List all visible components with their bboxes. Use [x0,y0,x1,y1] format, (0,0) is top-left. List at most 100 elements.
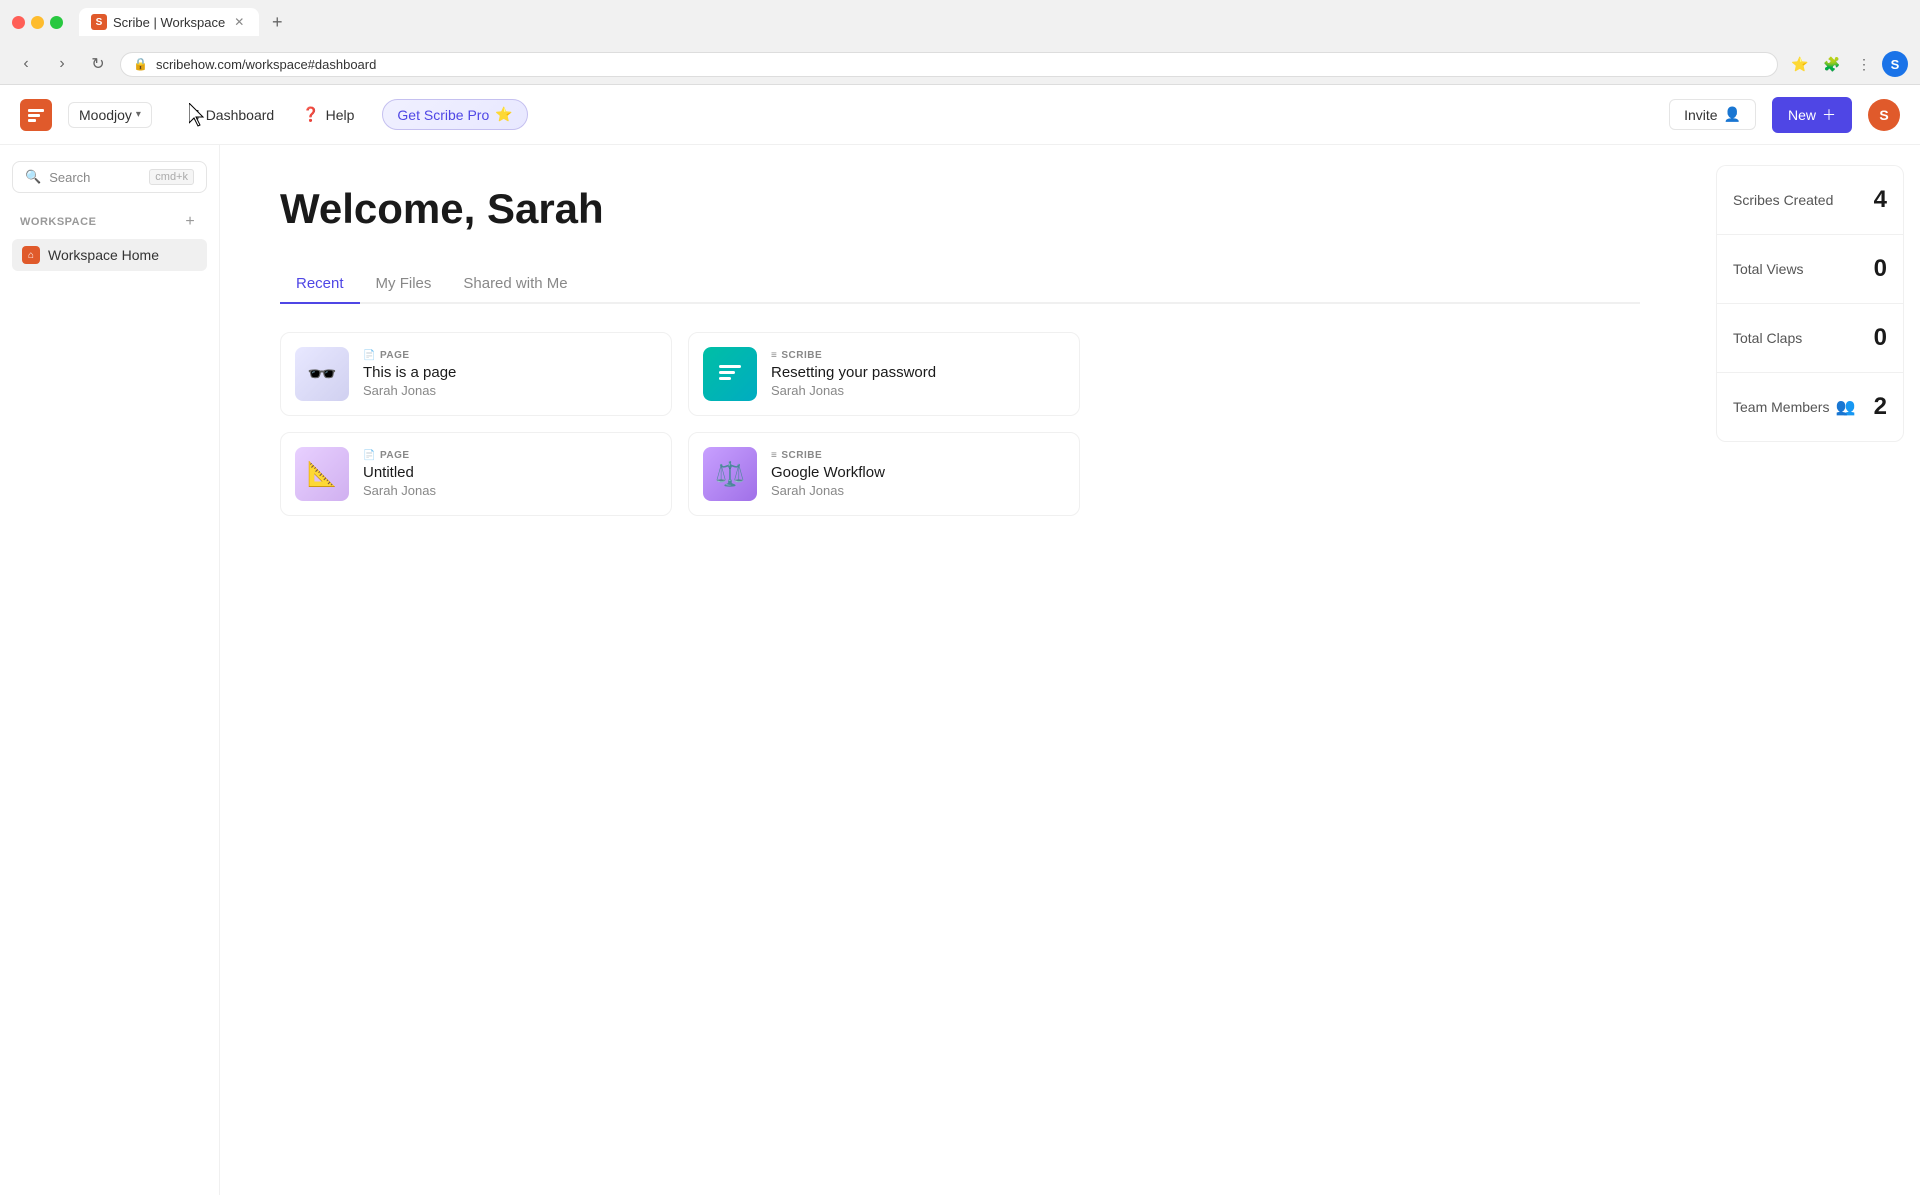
total-views-label: Total Views [1733,261,1804,277]
pro-label: Get Scribe Pro [397,107,489,123]
file-card-resetting-password[interactable]: ≡ SCRIBE Resetting your password Sarah J… [688,332,1080,416]
dashboard-grid-icon: ⊞ [188,106,200,123]
tab-my-files[interactable]: My Files [360,265,448,304]
file-thumbnail-page-arrow: 📐 [295,447,349,501]
file-card-untitled[interactable]: 📐 📄 PAGE Untitled Sarah Jonas [280,432,672,516]
extension-puzzle-button[interactable]: 🧩 [1818,50,1846,78]
invite-label: Invite [1684,107,1717,123]
workspace-name: Moodjoy [79,107,132,123]
app-wrapper: Moodjoy ▾ ⊞ Dashboard ❓ Help Get Scribe … [0,85,1920,1195]
file-thumbnail-page-glasses: 🕶️ [295,347,349,401]
new-tab-button[interactable]: + [263,8,291,36]
tab-recent[interactable]: Recent [280,265,360,304]
logo-area [20,99,52,131]
help-nav-label: Help [326,107,355,123]
file-type-badge: ≡ SCRIBE [771,350,1065,361]
stat-card-scribes-created: Scribes Created 4 [1716,165,1904,234]
back-button[interactable]: ‹ [12,50,40,78]
total-claps-label: Total Claps [1733,330,1802,346]
file-type-badge: ≡ SCRIBE [771,450,1065,461]
search-label: Search [49,170,90,185]
chevron-down-icon: ▾ [136,109,141,120]
workspace-section-label: WORKSPACE [20,216,96,228]
window-controls [12,16,63,29]
workspace-home-label: Workspace Home [48,247,159,263]
tab-shared-with-me[interactable]: Shared with Me [447,265,583,304]
welcome-title: Welcome, Sarah [280,185,1640,233]
tab-bar: S Scribe | Workspace ✕ + [79,8,291,36]
stat-card-team-members: Team Members 👥 2 [1716,372,1904,442]
app-header: Moodjoy ▾ ⊞ Dashboard ❓ Help Get Scribe … [0,85,1920,145]
total-claps-value: 0 [1874,324,1887,352]
file-author: Sarah Jonas [771,383,1065,398]
page-type-icon: 📄 [363,350,376,361]
search-shortcut: cmd+k [149,169,194,185]
file-author: Sarah Jonas [771,483,1065,498]
sidebar-item-workspace-home[interactable]: ⌂ Workspace Home [12,239,207,271]
team-members-label-row: Team Members 👥 [1733,397,1855,417]
file-name: Untitled [363,464,657,481]
sidebar-workspace-section: WORKSPACE + ⌂ Workspace Home [12,209,207,271]
home-icon: ⌂ [22,246,40,264]
app-user-avatar[interactable]: S [1868,99,1900,131]
file-type-badge: 📄 PAGE [363,350,657,361]
file-name: This is a page [363,364,657,381]
bookmark-button[interactable]: ⭐ [1786,50,1814,78]
browser-chrome: S Scribe | Workspace ✕ + ‹ › ↻ 🔒 scribeh… [0,0,1920,85]
file-card-this-is-a-page[interactable]: 🕶️ 📄 PAGE This is a page Sarah Jonas [280,332,672,416]
invite-button[interactable]: Invite 👤 [1669,99,1756,130]
team-members-value: 2 [1874,393,1887,421]
scribes-created-label: Scribes Created [1733,192,1833,208]
file-thumbnail-scribe-purple: ⚖️ [703,447,757,501]
help-nav-item[interactable]: ❓ Help [290,100,366,129]
add-workspace-item-button[interactable]: + [181,213,199,231]
person-add-icon: 👥 [1835,397,1855,417]
file-info: 📄 PAGE Untitled Sarah Jonas [363,450,657,498]
total-views-value: 0 [1874,255,1887,283]
help-circle-icon: ❓ [302,106,319,123]
header-nav: ⊞ Dashboard ❓ Help [176,100,366,129]
get-scribe-pro-button[interactable]: Get Scribe Pro ⭐ [382,99,527,130]
refresh-button[interactable]: ↻ [84,50,112,78]
stat-card-total-claps: Total Claps 0 [1716,303,1904,372]
workspace-selector[interactable]: Moodjoy ▾ [68,102,152,128]
plus-icon: ＋ [1822,105,1836,125]
content-tabs: Recent My Files Shared with Me [280,265,1640,304]
new-label: New [1788,107,1816,123]
file-thumbnail-scribe-teal [703,347,757,401]
security-lock-icon: 🔒 [133,57,148,71]
file-author: Sarah Jonas [363,383,657,398]
scribe-logo-icon[interactable] [20,99,52,131]
tab-close-button[interactable]: ✕ [231,14,247,30]
search-icon: 🔍 [25,169,41,185]
content-area: Welcome, Sarah Recent My Files Shared wi… [220,145,1700,1195]
more-tools-button[interactable]: ⋮ [1850,50,1878,78]
file-info: 📄 PAGE This is a page Sarah Jonas [363,350,657,398]
file-type-badge: 📄 PAGE [363,450,657,461]
tab-title: Scribe | Workspace [113,15,225,30]
tab-favicon: S [91,14,107,30]
search-bar[interactable]: 🔍 Search cmd+k [12,161,207,193]
chrome-profile-avatar[interactable]: S [1882,51,1908,77]
file-card-google-workflow[interactable]: ⚖️ ≡ SCRIBE Google Workflow Sarah Jonas [688,432,1080,516]
file-info: ≡ SCRIBE Resetting your password Sarah J… [771,350,1065,398]
minimize-window-button[interactable] [31,16,44,29]
active-tab[interactable]: S Scribe | Workspace ✕ [79,8,259,36]
person-add-icon: 👤 [1724,106,1741,123]
new-button[interactable]: New ＋ [1772,97,1852,133]
address-bar[interactable]: 🔒 scribehow.com/workspace#dashboard [120,52,1778,77]
close-window-button[interactable] [12,16,25,29]
main-layout: 🔍 Search cmd+k WORKSPACE + ⌂ Workspace H… [0,145,1920,1195]
browser-titlebar: S Scribe | Workspace ✕ + [0,0,1920,44]
sidebar: 🔍 Search cmd+k WORKSPACE + ⌂ Workspace H… [0,145,220,1195]
file-name: Google Workflow [771,464,1065,481]
scribe-type-icon: ≡ [771,450,777,461]
dashboard-nav-item[interactable]: ⊞ Dashboard [176,100,286,129]
forward-button[interactable]: › [48,50,76,78]
scribes-created-value: 4 [1874,186,1887,214]
team-members-label: Team Members [1733,399,1829,415]
file-author: Sarah Jonas [363,483,657,498]
file-info: ≡ SCRIBE Google Workflow Sarah Jonas [771,450,1065,498]
address-text: scribehow.com/workspace#dashboard [156,57,1765,72]
maximize-window-button[interactable] [50,16,63,29]
